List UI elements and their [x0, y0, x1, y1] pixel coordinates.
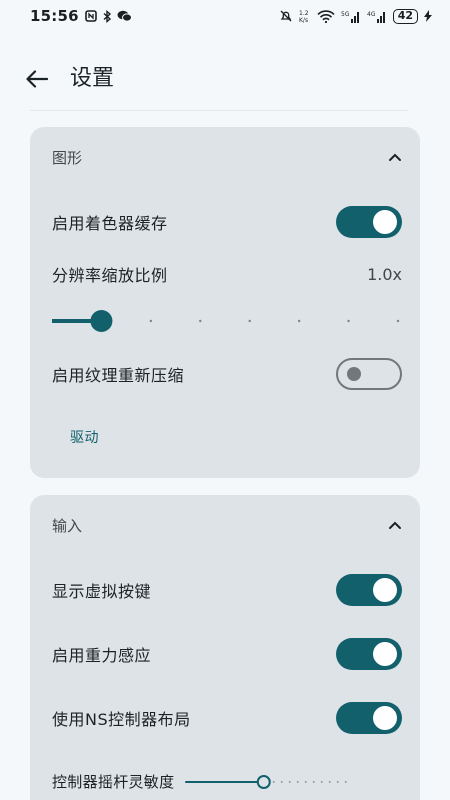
ns-layout-toggle[interactable]: [336, 702, 402, 734]
graphics-section: 图形 启用着色器缓存 分辨率缩放比例 1.0x 启用纹理重新压缩 驱动: [30, 127, 420, 478]
page-title: 设置: [70, 66, 115, 91]
shader-cache-label: 启用着色器缓存: [52, 214, 168, 233]
virtual-keys-label: 显示虚拟按键: [52, 582, 152, 601]
ns-layout-row[interactable]: 使用NS控制器布局: [52, 701, 402, 735]
network-speed-icon: 1.2K/s: [299, 10, 309, 23]
slider-thumb: [90, 310, 113, 332]
stick-sensitivity-slider[interactable]: [184, 772, 352, 792]
driver-link[interactable]: 驱动: [70, 427, 99, 447]
virtual-keys-toggle[interactable]: [336, 574, 402, 606]
signal-4g-icon: 4G: [367, 11, 385, 23]
slider-tick: [347, 319, 350, 323]
signal-5g-icon: 5G: [341, 11, 359, 23]
svg-text:K/s: K/s: [299, 17, 308, 23]
slider-tick: [273, 780, 276, 783]
notification-icons: [84, 9, 132, 23]
slider-tick: [297, 319, 301, 323]
virtual-keys-row[interactable]: 显示虚拟按键: [52, 573, 402, 607]
status-bar-right: 1.2 K/s 5G 4G 42: [279, 8, 432, 24]
battery-indicator: 42: [392, 8, 418, 24]
slider-tick: [345, 780, 348, 783]
bluetooth-icon: [103, 9, 111, 23]
charging-icon: [424, 10, 432, 22]
wechat-icon: [117, 10, 132, 22]
svg-text:5G: 5G: [341, 11, 350, 18]
slider-tick: [199, 319, 202, 323]
graphics-section-header[interactable]: 图形: [52, 145, 402, 169]
slider-tick: [248, 319, 251, 323]
svg-text:1.2: 1.2: [299, 10, 309, 17]
resolution-scale-value: 1.0x: [367, 264, 402, 284]
input-section-header[interactable]: 输入: [52, 513, 402, 537]
chevron-up-icon: [388, 150, 402, 164]
slider-tick: [337, 780, 340, 783]
slider-tick: [329, 780, 332, 783]
nfc-icon: [84, 10, 97, 22]
slider-tick: [396, 319, 400, 323]
svg-text:4G: 4G: [367, 11, 376, 18]
stick-sensitivity-label: 控制器摇杆灵敏度: [52, 773, 175, 791]
resolution-scale-slider[interactable]: [52, 309, 402, 333]
input-section-title: 输入: [52, 516, 83, 535]
slider-tick: [297, 780, 300, 783]
gyro-toggle[interactable]: [336, 638, 402, 670]
app-bar-divider: [30, 110, 408, 111]
slider-tick: [281, 780, 284, 783]
toggle-knob: [373, 706, 397, 730]
slider-tick: [289, 780, 292, 783]
slider-thumb: [257, 774, 272, 789]
toggle-knob: [373, 210, 397, 234]
gyro-label: 启用重力感应: [52, 646, 152, 665]
wifi-icon: [317, 9, 335, 23]
resolution-scale-row: 分辨率缩放比例 1.0x: [52, 261, 402, 287]
arrow-left-icon: [26, 70, 48, 88]
toggle-knob: [373, 578, 397, 602]
slider-tick: [305, 780, 308, 783]
texture-recompress-label: 启用纹理重新压缩: [52, 366, 185, 385]
app-bar: 设置: [0, 52, 450, 108]
mute-bell-icon: [280, 10, 292, 22]
slider-tick: [313, 780, 316, 783]
toggle-knob: [347, 367, 361, 381]
status-time: 15:56: [30, 7, 79, 25]
resolution-scale-label: 分辨率缩放比例: [52, 266, 168, 285]
stick-sensitivity-row: 控制器摇杆灵敏度: [52, 771, 352, 792]
toggle-knob: [373, 642, 397, 666]
ns-layout-label: 使用NS控制器布局: [52, 710, 191, 729]
texture-recompress-toggle[interactable]: [336, 358, 402, 390]
graphics-section-title: 图形: [52, 148, 83, 167]
slider-tick: [149, 319, 153, 323]
shader-cache-toggle[interactable]: [336, 206, 402, 238]
back-button[interactable]: [22, 64, 52, 94]
slider-tick: [321, 780, 324, 783]
gyro-row[interactable]: 启用重力感应: [52, 637, 402, 671]
input-section: 输入 显示虚拟按键 启用重力感应 使用NS控制器布局 控制器摇杆灵敏度: [30, 495, 420, 800]
shader-cache-row[interactable]: 启用着色器缓存: [52, 205, 402, 239]
status-bar: 15:56 1.2 K/s 5G 4G 42: [0, 0, 450, 32]
texture-recompress-row[interactable]: 启用纹理重新压缩: [52, 357, 402, 391]
status-bar-left: 15:56: [30, 7, 132, 25]
chevron-up-icon: [388, 518, 402, 532]
